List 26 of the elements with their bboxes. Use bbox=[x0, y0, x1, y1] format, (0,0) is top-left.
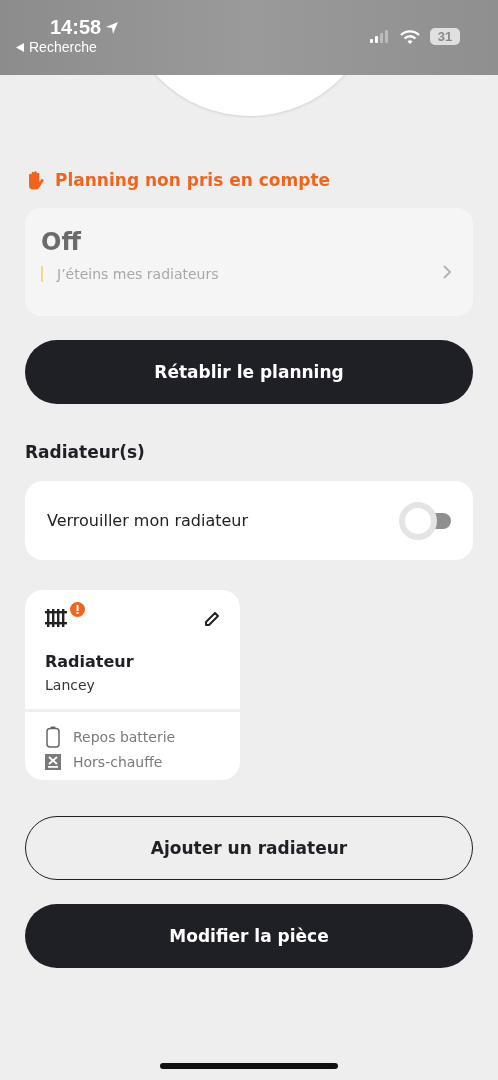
lock-toggle[interactable] bbox=[399, 501, 453, 540]
off-heating-icon bbox=[45, 754, 61, 770]
radiator-card[interactable]: Radiateur Lancey Repos batterie Hors-chauffe bbox=[25, 590, 240, 780]
battery-icon bbox=[46, 726, 60, 748]
pencil-icon bbox=[204, 611, 220, 627]
clock-time: 14:58 bbox=[50, 16, 102, 39]
chevron-right-icon bbox=[443, 265, 451, 279]
warning-text: Planning non pris en compte bbox=[55, 170, 331, 190]
edit-button[interactable] bbox=[204, 611, 220, 627]
radiator-icon bbox=[45, 608, 67, 628]
mode-card[interactable]: Off J’éteins mes radiateurs bbox=[25, 208, 473, 316]
lock-label: Verrouiller mon radiateur bbox=[47, 511, 249, 530]
radiator-name: Radiateur bbox=[45, 652, 135, 671]
signal-icon bbox=[370, 30, 390, 43]
section-title: Radiateur(s) bbox=[25, 442, 146, 462]
mode-description: J’éteins mes radiateurs bbox=[41, 266, 219, 282]
mode-title: Off bbox=[41, 228, 83, 256]
battery-indicator: 31 bbox=[430, 28, 460, 45]
edit-room-button[interactable]: Modifier la pièce bbox=[25, 904, 473, 968]
status-label: Repos batterie bbox=[73, 729, 176, 745]
back-triangle-icon bbox=[16, 42, 24, 52]
radiator-brand: Lancey bbox=[45, 677, 96, 693]
wifi-icon bbox=[400, 29, 420, 44]
status-label: Hors-chauffe bbox=[73, 754, 163, 770]
location-arrow-icon bbox=[105, 20, 120, 35]
restore-planning-button[interactable]: Rétablir le planning bbox=[25, 340, 473, 404]
